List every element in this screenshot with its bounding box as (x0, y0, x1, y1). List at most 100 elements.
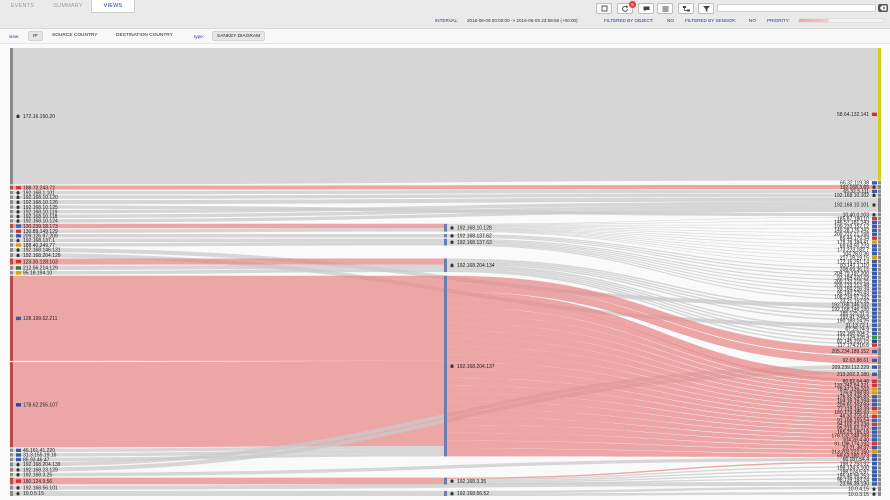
sankey-node-destination[interactable] (878, 311, 881, 315)
refresh-button[interactable]: 5 (617, 1, 636, 14)
type-select[interactable]: SANKEY DIAGRAM (212, 31, 266, 41)
sankey-node-destination[interactable] (878, 339, 881, 343)
sankey-node-destination[interactable] (878, 434, 881, 438)
sankey-node-destination[interactable] (878, 267, 881, 272)
clear-search-button[interactable] (878, 4, 888, 12)
sankey-node-destination[interactable] (878, 216, 881, 221)
sankey-link[interactable] (13, 185, 878, 190)
sankey-link[interactable] (13, 275, 444, 361)
view-ip-button[interactable]: IP (28, 31, 43, 41)
tree-button[interactable] (678, 3, 694, 14)
sankey-node-source[interactable] (10, 48, 13, 185)
sankey-node-destination[interactable] (878, 255, 881, 260)
sankey-node-destination[interactable] (878, 240, 881, 244)
sankey-node-destination[interactable] (878, 48, 881, 181)
sankey-node-source[interactable] (10, 265, 13, 270)
sankey-node-destination[interactable] (878, 406, 881, 411)
filter-button[interactable] (698, 3, 714, 14)
sankey-source-label[interactable]: 178.62.255.107 (16, 403, 58, 409)
sankey-node-destination[interactable] (878, 422, 881, 426)
sankey-node-destination[interactable] (878, 430, 881, 434)
sankey-middle-label[interactable]: 192.168.137.63 (450, 240, 492, 246)
sankey-node-source[interactable] (10, 271, 13, 275)
sankey-node-destination[interactable] (878, 236, 881, 240)
sankey-node-source[interactable] (10, 234, 13, 238)
sankey-node-destination[interactable] (878, 319, 881, 323)
sankey-node-destination[interactable] (878, 395, 881, 399)
sankey-node-source[interactable] (10, 362, 13, 448)
sankey-node-source[interactable] (10, 258, 13, 265)
sankey-node-destination[interactable] (878, 295, 881, 299)
sankey-node-source[interactable] (10, 462, 13, 467)
sankey-node-middle[interactable] (444, 477, 447, 485)
sankey-node-destination[interactable] (878, 470, 881, 474)
sankey-link[interactable] (13, 238, 444, 243)
sankey-node-destination[interactable] (878, 347, 881, 356)
sankey-node-destination[interactable] (878, 391, 881, 395)
sankey-node-destination[interactable] (878, 492, 881, 496)
sankey-node-destination[interactable] (878, 446, 881, 450)
sankey-node-destination[interactable] (878, 387, 881, 391)
tab-events[interactable]: EVENTS (0, 0, 45, 13)
square-button[interactable] (596, 3, 612, 14)
comment-button[interactable] (638, 3, 654, 14)
sankey-link[interactable] (13, 258, 444, 265)
sankey-middle-label[interactable]: 192.168.137.62 (450, 234, 492, 240)
sankey-node-destination[interactable] (878, 315, 881, 319)
sankey-node-destination[interactable] (878, 457, 881, 462)
sankey-link[interactable] (13, 189, 878, 195)
sankey-node-destination[interactable] (878, 248, 881, 252)
sankey-node-destination[interactable] (878, 442, 881, 446)
sankey-node-destination[interactable] (878, 343, 881, 347)
sankey-node-destination[interactable] (878, 331, 881, 335)
sankey-source-label[interactable]: 128.199.52.211 (16, 316, 58, 322)
sankey-node-destination[interactable] (878, 418, 881, 422)
sankey-link[interactable] (13, 228, 444, 233)
sankey-node-destination[interactable] (878, 181, 881, 185)
sankey-node-source[interactable] (10, 253, 13, 258)
sankey-node-source[interactable] (10, 205, 13, 209)
sankey-node-destination[interactable] (878, 356, 881, 365)
sankey-middle-label[interactable]: 192.168.10.128 (450, 226, 492, 232)
sankey-node-destination[interactable] (878, 271, 881, 275)
sankey-node-source[interactable] (10, 247, 13, 252)
sankey-node-destination[interactable] (878, 327, 881, 332)
sankey-source-label[interactable]: 123.30.128.103 (16, 259, 58, 265)
sankey-link[interactable] (13, 242, 444, 247)
sankey-node-source[interactable] (10, 229, 13, 233)
sankey-node-destination[interactable] (878, 369, 881, 379)
sankey-node-source[interactable] (10, 275, 13, 361)
sankey-node-source[interactable] (10, 448, 13, 452)
sankey-node-destination[interactable] (878, 379, 881, 383)
sankey-node-source[interactable] (10, 219, 13, 223)
sankey-node-middle[interactable] (444, 223, 447, 232)
sankey-node-destination[interactable] (878, 193, 881, 197)
sankey-node-destination[interactable] (878, 232, 881, 236)
sankey-node-source[interactable] (10, 185, 13, 190)
sankey-diagram[interactable]: 172.16.150.20188.72.243.72192.168.1.1011… (0, 44, 890, 500)
sankey-node-destination[interactable] (878, 275, 881, 279)
sankey-node-middle[interactable] (444, 238, 447, 246)
sankey-node-source[interactable] (10, 453, 13, 457)
sankey-link[interactable] (13, 48, 878, 185)
sankey-node-source[interactable] (10, 467, 13, 472)
sankey-link[interactable] (13, 234, 444, 238)
sankey-node-source[interactable] (10, 472, 13, 477)
sankey-node-source[interactable] (10, 223, 13, 229)
sankey-node-source[interactable] (10, 214, 13, 218)
sankey-node-destination[interactable] (878, 228, 881, 232)
sankey-node-destination[interactable] (878, 252, 881, 256)
sankey-node-destination[interactable] (878, 449, 881, 454)
sankey-node-destination[interactable] (878, 263, 881, 268)
sankey-link[interactable] (13, 477, 444, 485)
sankey-link[interactable] (447, 216, 878, 225)
sankey-node-middle[interactable] (444, 258, 447, 273)
list-button[interactable] (657, 3, 673, 14)
sankey-node-destination[interactable] (878, 189, 881, 193)
sankey-node-destination[interactable] (878, 283, 881, 287)
sankey-node-source[interactable] (10, 477, 13, 485)
sankey-node-middle[interactable] (444, 275, 447, 457)
sankey-node-destination[interactable] (878, 224, 881, 228)
sankey-node-destination[interactable] (878, 220, 881, 225)
sankey-node-destination[interactable] (878, 291, 881, 295)
